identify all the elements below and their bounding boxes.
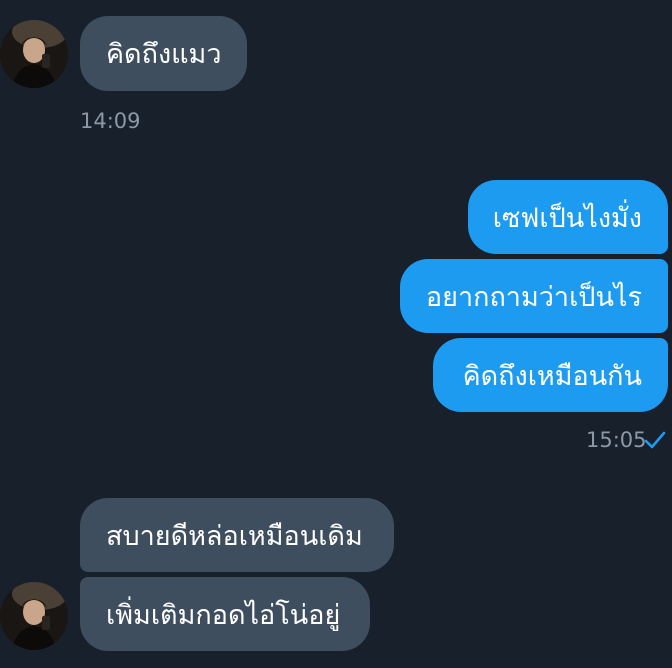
check-icon [644, 430, 666, 454]
message-text: สบายดีหล่อเหมือนเดิม [106, 520, 363, 552]
message-text: เพิ่มเติมกอดไอ่โน่อยู่ [106, 599, 341, 631]
chat-thread: คิดถึงแมว 14:09 เซฟเป็นไงมั่ง อยากถามว่า… [0, 0, 672, 668]
avatar[interactable] [0, 582, 68, 650]
incoming-message-bubble[interactable]: เพิ่มเติมกอดไอ่โน่อยู่ [80, 577, 370, 651]
message-text: เซฟเป็นไงมั่ง [492, 202, 642, 234]
outgoing-message-bubble[interactable]: คิดถึงเหมือนกัน [433, 338, 668, 412]
message-text: คิดถึงแมว [106, 39, 222, 70]
avatar[interactable] [0, 20, 68, 88]
incoming-message-bubble[interactable]: คิดถึงแมว [80, 16, 247, 91]
incoming-message-bubble[interactable]: สบายดีหล่อเหมือนเดิม [80, 498, 394, 572]
message-text: อยากถามว่าเป็นไร [425, 281, 642, 313]
outgoing-message-bubble[interactable]: เซฟเป็นไงมั่ง [468, 180, 668, 254]
outgoing-message-bubble[interactable]: อยากถามว่าเป็นไร [400, 259, 668, 333]
message-text: คิดถึงเหมือนกัน [462, 360, 642, 392]
timestamp: 14:09 [80, 109, 141, 133]
timestamp: 15:05 [586, 428, 647, 452]
